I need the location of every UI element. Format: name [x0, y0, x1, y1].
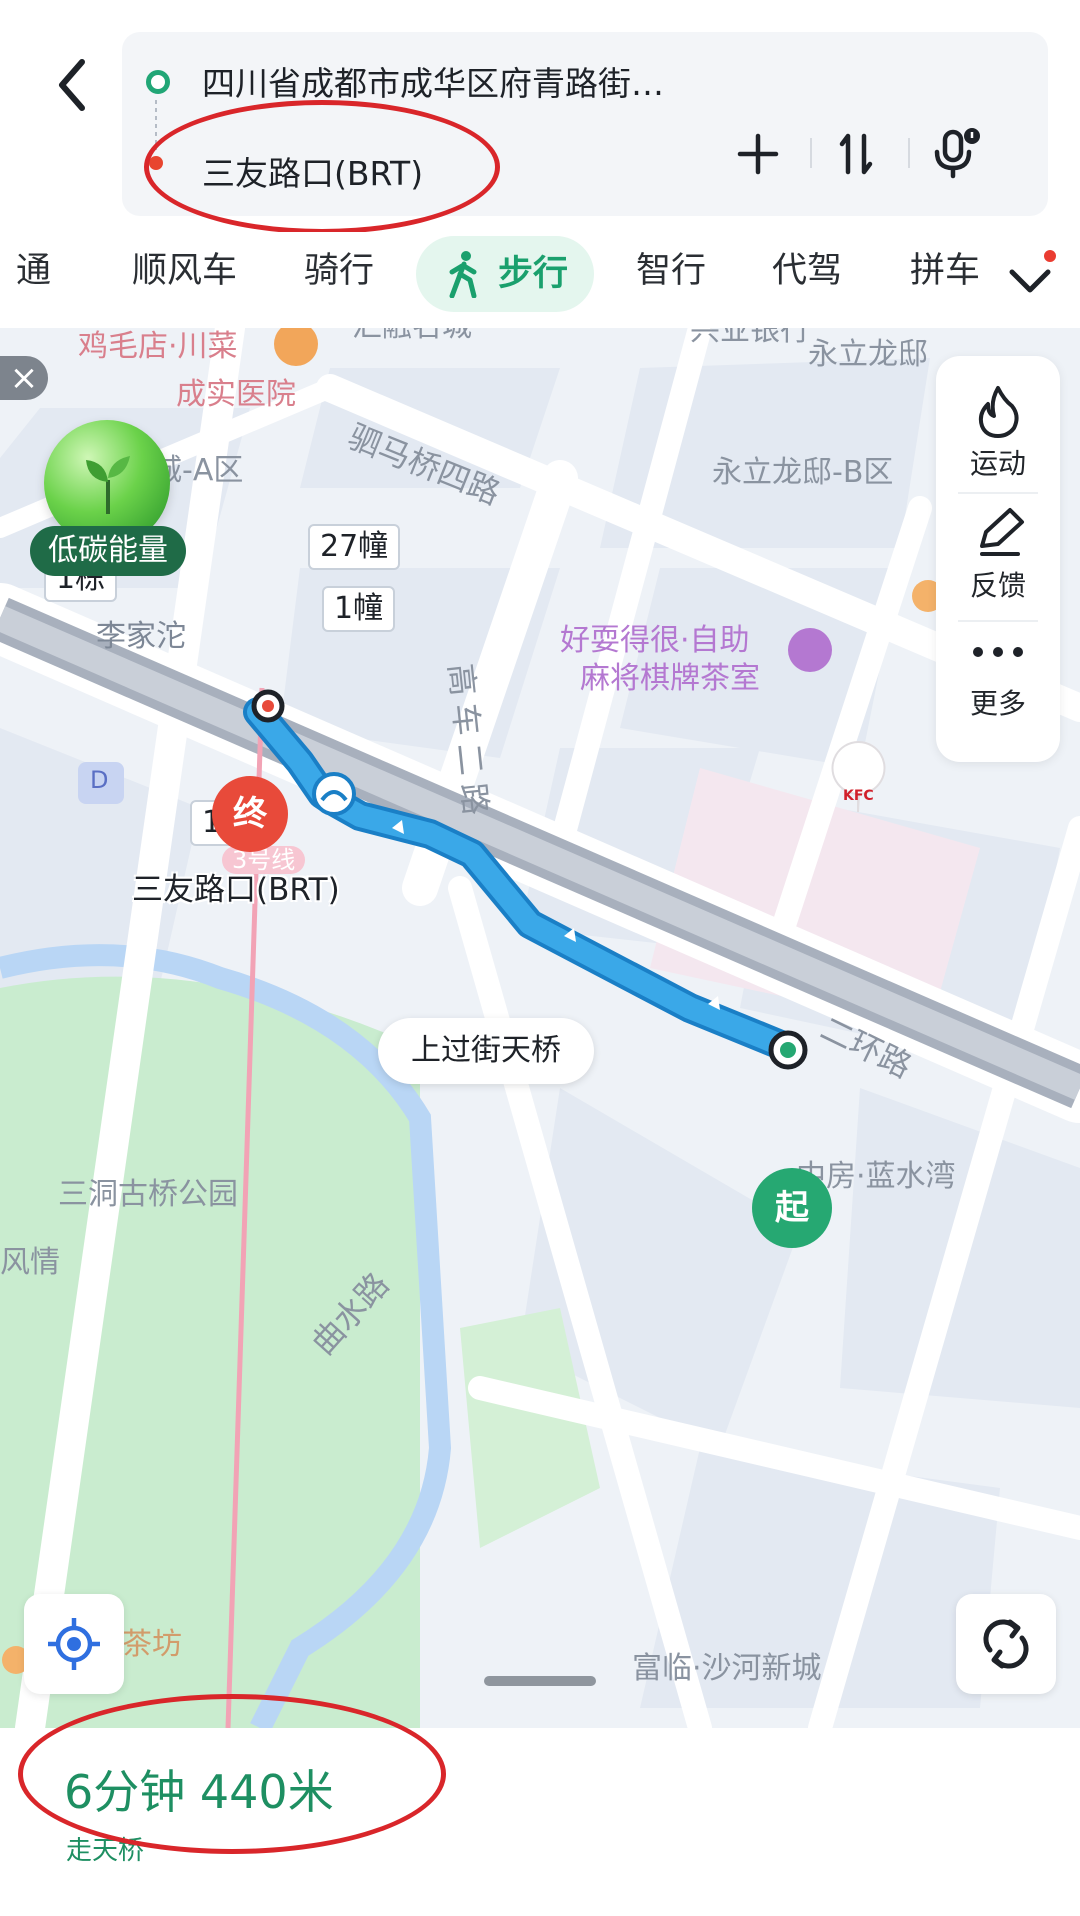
sport-label: 运动 — [969, 447, 1026, 480]
tab-smart-trip[interactable]: 智行 — [636, 236, 706, 306]
travel-mode-tabs: 通 顺风车 骑行 步行 智行 代驾 拼车 — [0, 232, 1080, 328]
map-label-park: 三洞古桥公园 — [58, 1177, 238, 1212]
flame-icon — [978, 386, 1019, 438]
microphone-icon[interactable] — [926, 126, 982, 182]
metro-entrance-badge: D — [90, 766, 109, 794]
feedback-button[interactable]: 反馈 — [936, 496, 1060, 616]
low-carbon-energy-label[interactable]: 低碳能量 — [30, 526, 186, 576]
toolbar-divider — [810, 138, 812, 168]
map-label-lijiatuo: 李家沱 — [96, 619, 186, 654]
tab-cycling[interactable]: 骑行 — [304, 236, 374, 306]
app-root: 四川省成都市成华区府青路街… 三友路口(BRT) 通 顺风车 骑行 步行 智行 … — [0, 0, 1080, 1916]
map-label-teahouse: 茶坊 — [122, 1627, 182, 1662]
back-arrow-icon[interactable] — [44, 50, 104, 120]
more-dots-icon — [973, 647, 1023, 657]
notification-dot — [1044, 250, 1056, 262]
crosshair-icon — [48, 1618, 100, 1670]
tab-carpool[interactable]: 拼车 — [910, 236, 980, 306]
side-panel-divider — [958, 492, 1038, 494]
origin-dot-icon — [146, 70, 170, 94]
map-label-yongli-b: 永立龙邸-B区 — [712, 455, 894, 490]
tab-walking[interactable]: 步行 — [416, 236, 594, 312]
map-side-panel: 运动 反馈 更多 — [936, 356, 1060, 762]
tab-designated-driver[interactable]: 代驾 — [772, 236, 842, 306]
svg-text:KFC: KFC — [843, 788, 874, 804]
map-label-fengqing: 风情 — [0, 1245, 60, 1280]
tab-transit[interactable]: 通 — [16, 236, 51, 306]
instruction-bubble[interactable]: 上过街天桥 — [378, 1018, 594, 1084]
building-tag-1-upper: 1幢 — [322, 586, 396, 632]
annotation-circle-summary — [18, 1694, 446, 1854]
map-label-bank: 兴业银行 — [690, 328, 810, 348]
swap-icon[interactable] — [828, 126, 884, 182]
tab-walking-label: 步行 — [498, 254, 569, 294]
walking-icon — [449, 251, 477, 298]
map-label-restaurant: 鸡毛店·川菜 — [78, 329, 238, 364]
add-waypoint-icon[interactable] — [730, 126, 786, 182]
map-label-huirong: 汇融名城 — [352, 328, 472, 342]
feedback-label: 反馈 — [969, 569, 1026, 602]
sprout-icon — [86, 456, 130, 514]
sport-button[interactable]: 运动 — [936, 366, 1060, 486]
more-label: 更多 — [969, 687, 1026, 720]
locate-button[interactable] — [24, 1594, 124, 1694]
destination-marker[interactable]: 终 — [212, 776, 288, 852]
tab-hitch-ride[interactable]: 顺风车 — [132, 236, 237, 306]
map-canvas[interactable]: KFC 兴业银行 鸡毛店·川菜 成实医院 汇融名城 永立龙邸 驷马桥四路 汇融名… — [0, 328, 1080, 1728]
map-label-yongli: 永立龙邸 — [808, 337, 928, 372]
drag-handle[interactable] — [484, 1676, 596, 1686]
annotation-circle-destination — [144, 100, 500, 234]
refresh-button[interactable] — [956, 1594, 1056, 1694]
route-header: 四川省成都市成华区府青路街… 三友路口(BRT) — [0, 0, 1080, 232]
destination-map-label: 三友路口(BRT) — [132, 872, 340, 908]
map-label-hospital: 成实医院 — [176, 377, 296, 412]
map-label-haoshua-2: 麻将棋牌茶室 — [580, 661, 760, 696]
close-icon[interactable]: × — [0, 356, 48, 400]
map-label-haoshua-1: 好耍得很·自助 — [560, 623, 750, 658]
toolbar-divider — [908, 138, 910, 168]
pencil-icon — [980, 508, 1024, 556]
refresh-icon — [983, 1619, 1029, 1669]
map-label-fulin: 富临·沙河新城 — [632, 1651, 822, 1686]
side-panel-divider — [958, 620, 1038, 622]
building-tag-27: 27幢 — [308, 524, 401, 570]
origin-marker[interactable]: 起 — [752, 1168, 832, 1248]
more-button[interactable]: 更多 — [936, 624, 1060, 744]
